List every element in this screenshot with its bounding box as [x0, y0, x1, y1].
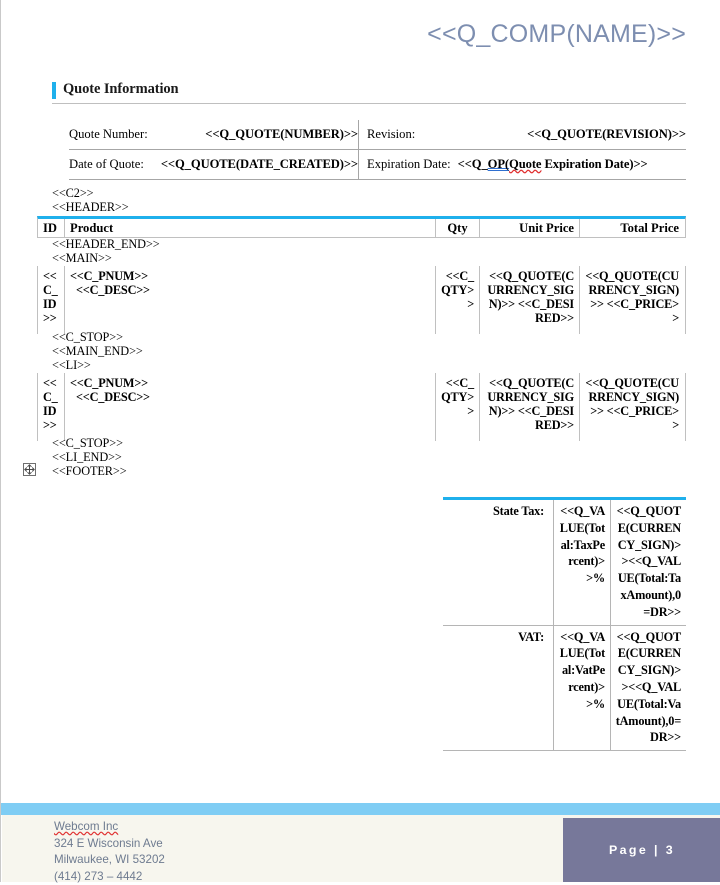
vat-percent: <<Q_VALUE(Total:VatPercent)>>%	[553, 625, 610, 751]
document-page: <<Q_COMP(NAME)>> Quote Information Quote…	[0, 0, 720, 885]
merge-tag-main-end: <<MAIN_END>>	[52, 344, 143, 358]
totals-table: State Tax: <<Q_VALUE(Total:TaxPercent)>>…	[443, 497, 686, 752]
table-row: <<C_ID>> <<C_PNUM>> <<C_DESC>> <<C_QTY>>…	[37, 373, 686, 441]
cell-product-line2: <<C_DESC>>	[76, 283, 150, 297]
expiration-value-suffix: Expiration Date)>>	[541, 156, 648, 171]
merge-tag-li-end: <<LI_END>>	[52, 450, 122, 464]
column-header-id: ID	[43, 220, 57, 235]
quote-number-value: <<Q_QUOTE(NUMBER)>>	[205, 126, 358, 141]
product-table-header-row: ID Product Qty Unit Price Total Price	[37, 216, 686, 238]
cell-product-line2: <<C_DESC>>	[76, 390, 150, 404]
merge-tag-li: <<LI>>	[52, 358, 91, 372]
section-heading-quote-information: Quote Information	[52, 81, 686, 104]
state-tax-amount: <<Q_QUOTE(CURRENCY_SIGN)>><<Q_VALUE(Tota…	[610, 500, 686, 625]
footer-address-line1: 324 E Wisconsin Ave	[54, 836, 163, 850]
vat-amount: <<Q_QUOTE(CURRENCY_SIGN)>><<Q_VALUE(Tota…	[610, 625, 686, 751]
footer-phone: (414) 273 – 4442	[54, 869, 143, 883]
cell-total-price: <<Q_QUOTE(CURRENCY_SIGN)>> <<C_PRICE>>	[579, 266, 684, 334]
cell-unit-price: <<Q_QUOTE(CURRENCY_SIGN)>> <<C_DESIRED>>	[479, 373, 579, 441]
merge-tag-c2: <<C2>>	[52, 186, 94, 200]
revision-cell: Revision: <<Q_QUOTE(REVISION)>>	[358, 120, 686, 150]
expiration-value-spelling-flag: Quote	[509, 156, 542, 171]
date-of-quote-value: <<Q_QUOTE(DATE_CREATED)>>	[160, 156, 358, 171]
expiration-date-value: <<Q_OP(Quote Expiration Date)>>	[451, 157, 686, 172]
quote-info-grid: Quote Number: <<Q_QUOTE(NUMBER)>> Revisi…	[69, 120, 686, 180]
quote-info-row: Date of Quote: <<Q_QUOTE(DATE_CREATED)>>…	[69, 150, 686, 180]
cell-id: <<C_ID>>	[43, 376, 58, 432]
totals-row-vat: VAT: <<Q_VALUE(Total:VatPercent)>>% <<Q_…	[443, 625, 686, 752]
quote-info-row: Quote Number: <<Q_QUOTE(NUMBER)>> Revisi…	[69, 120, 686, 150]
section-heading-label: Quote Information	[63, 81, 179, 97]
column-header-total-price: Total Price	[579, 219, 684, 237]
cell-product-line1: <<C_PNUM>>	[70, 376, 148, 390]
merge-tag-main: <<MAIN>>	[52, 251, 112, 265]
cell-qty: <<C_QTY>>	[435, 373, 479, 441]
totals-row-state-tax: State Tax: <<Q_VALUE(Total:TaxPercent)>>…	[443, 500, 686, 626]
merge-tag-c-stop-1: <<C_STOP>>	[52, 330, 123, 344]
expiration-value-prefix: <<Q_	[457, 156, 488, 171]
cell-total-price: <<Q_QUOTE(CURRENCY_SIGN)>> <<C_PRICE>>	[579, 373, 684, 441]
date-of-quote-label: Date of Quote:	[69, 156, 144, 171]
quote-number-cell: Quote Number: <<Q_QUOTE(NUMBER)>>	[69, 120, 358, 150]
footer-address-block: Webcom Inc 324 E Wisconsin Ave Milwaukee…	[54, 819, 165, 885]
footer-address-line2: Milwaukee, WI 53202	[54, 853, 165, 867]
revision-label: Revision:	[367, 126, 416, 141]
expiration-date-cell: Expiration Date: <<Q_OP(Quote Expiration…	[358, 150, 686, 180]
cell-product-line1: <<C_PNUM>>	[70, 269, 148, 283]
vat-label: VAT:	[518, 629, 544, 644]
date-of-quote-cell: Date of Quote: <<Q_QUOTE(DATE_CREATED)>>	[69, 150, 358, 180]
quote-number-label: Quote Number:	[69, 126, 148, 141]
page-number-badge: Page | 3	[563, 818, 720, 882]
footer-accent-band	[1, 803, 720, 815]
footer-company-name: Webcom Inc	[54, 820, 119, 833]
revision-value: <<Q_QUOTE(REVISION)>>	[527, 126, 686, 141]
table-row: <<C_ID>> <<C_PNUM>> <<C_DESC>> <<C_QTY>>…	[37, 266, 686, 334]
column-header-product: Product	[64, 219, 435, 237]
table-move-handle-icon[interactable]	[23, 463, 36, 476]
expiration-value-grammar-flag: OP(	[487, 156, 510, 171]
state-tax-percent: <<Q_VALUE(Total:TaxPercent)>>%	[553, 500, 610, 625]
merge-tag-c-stop-2: <<C_STOP>>	[52, 436, 123, 450]
cell-product: <<C_PNUM>> <<C_DESC>>	[64, 266, 435, 334]
column-header-unit-price: Unit Price	[479, 219, 579, 237]
section-accent-bar-icon	[52, 82, 56, 99]
cell-unit-price: <<Q_QUOTE(CURRENCY_SIGN)>> <<C_DESIRED>>	[479, 266, 579, 334]
cell-product: <<C_PNUM>> <<C_DESC>>	[64, 373, 435, 441]
expiration-date-label: Expiration Date:	[367, 156, 451, 171]
cell-id: <<C_ID>>	[43, 269, 58, 325]
column-header-qty: Qty	[435, 219, 479, 237]
merge-tag-header: <<HEADER>>	[52, 200, 129, 214]
page-title: <<Q_COMP(NAME)>>	[427, 20, 686, 48]
state-tax-label: State Tax:	[493, 504, 544, 518]
cell-qty: <<C_QTY>>	[435, 266, 479, 334]
merge-tag-footer: <<FOOTER>>	[52, 464, 127, 478]
merge-tag-header-end: <<HEADER_END>>	[52, 237, 160, 251]
